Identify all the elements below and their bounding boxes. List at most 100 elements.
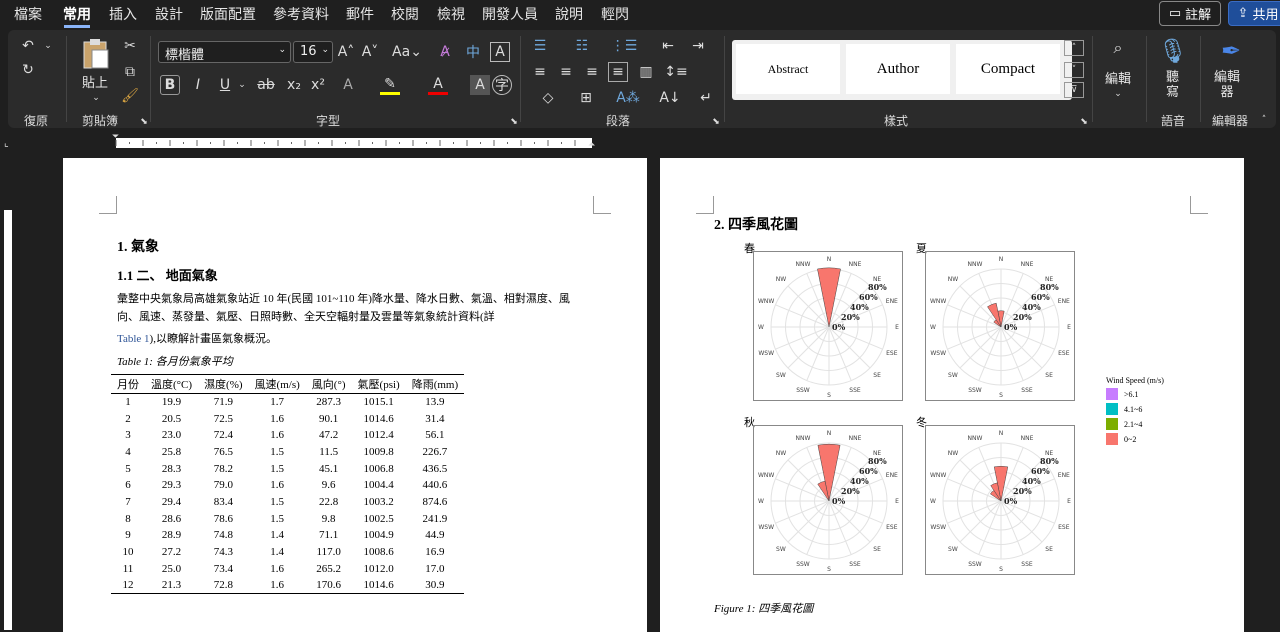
rose-direction-label: WSW <box>758 350 774 357</box>
bold-icon[interactable]: B <box>160 75 180 95</box>
heading-surface-weather[interactable]: 1.1 二、 地面氣象 <box>117 265 218 284</box>
menu-insert[interactable]: 插入 <box>109 4 137 24</box>
show-marks-icon[interactable]: ↵ <box>696 88 716 108</box>
comment-button[interactable]: ▭ 註解 <box>1159 1 1221 26</box>
strikethrough-icon[interactable]: ab <box>256 75 276 95</box>
font-launcher-icon[interactable]: ⬊ <box>504 112 524 132</box>
subscript-icon[interactable]: x₂ <box>284 75 304 95</box>
rose-ring-label: 60% <box>859 292 878 302</box>
decrease-indent-icon[interactable]: ⇤ <box>658 36 678 56</box>
clear-formatting-icon[interactable]: A̷ <box>435 42 455 62</box>
wind-speed-legend: Wind Speed (m/s) >6.1 4.1~6 2.1~4 0~2 <box>1106 376 1164 445</box>
body-paragraph[interactable]: 彙整中央氣象局高雄氣象站近 10 年(民國 101~110 年)降水量、降水日數… <box>117 290 607 348</box>
horizontal-ruler[interactable]: ⌞ ⏷ ⏶ <box>0 130 1280 156</box>
menu-flash[interactable]: 輕閃 <box>601 4 629 24</box>
align-left-icon[interactable]: ≡ <box>530 62 550 82</box>
font-size-combo[interactable]: 16 ⌄ <box>293 41 333 63</box>
sort-icon[interactable]: A↓ <box>659 88 680 108</box>
vertical-scrollbar[interactable] <box>1268 156 1280 632</box>
table-cell: 3 <box>125 429 131 442</box>
dictate-label[interactable]: 聽寫 <box>1166 70 1180 100</box>
grow-font-icon[interactable]: A˄ <box>336 42 356 62</box>
highlight-icon[interactable]: ✎ <box>380 75 400 95</box>
collapse-ribbon-icon[interactable]: ˄ <box>1254 110 1274 130</box>
paragraph-launcher-icon[interactable]: ⬊ <box>706 112 726 132</box>
redo-icon[interactable]: ↻ <box>18 60 38 80</box>
tab-selector-icon[interactable]: ⌞ <box>4 138 9 149</box>
format-painter-icon[interactable]: 🖌 <box>120 86 140 106</box>
phonetic-guide-icon[interactable]: 中 <box>463 42 483 62</box>
line-spacing-icon[interactable]: ↕≡ <box>664 62 687 82</box>
indent-marker-icon[interactable]: ⏷ <box>112 132 119 142</box>
right-indent-marker-icon[interactable]: ⏶ <box>588 140 595 150</box>
increase-indent-icon[interactable]: ⇥ <box>688 36 708 56</box>
menu-file[interactable]: 檔案 <box>14 4 42 24</box>
change-case-icon[interactable]: Aa⌄ <box>392 42 422 62</box>
table-cell: 11 <box>122 562 134 575</box>
font-name-combo[interactable]: 標楷體 ⌄ <box>158 41 291 63</box>
menu-help[interactable]: 說明 <box>555 4 583 24</box>
style-abstract[interactable]: Abstract <box>736 44 840 94</box>
underline-dropdown-icon[interactable]: ⌄ <box>232 75 252 95</box>
microphone-icon[interactable]: 🎙 <box>1158 36 1188 66</box>
shading-icon[interactable]: ◇ <box>538 88 558 108</box>
clipboard-launcher-icon[interactable]: ⬊ <box>134 112 154 132</box>
superscript-icon[interactable]: x² <box>308 75 328 95</box>
heading-weather[interactable]: 1. 氣象 <box>117 236 159 256</box>
align-center-icon[interactable]: ≡ <box>556 62 576 82</box>
paste-dropdown-icon[interactable]: ⌄ <box>86 88 106 108</box>
character-shading-icon[interactable]: A <box>470 75 490 95</box>
styles-more-icon[interactable]: ⊽ <box>1064 82 1084 98</box>
editor-icon[interactable]: ✒ <box>1216 36 1246 66</box>
menu-review[interactable]: 校閱 <box>391 4 419 24</box>
menu-developer[interactable]: 開發人員 <box>482 4 538 24</box>
numbering-icon[interactable]: ☷ <box>572 36 592 56</box>
bullets-icon[interactable]: ☰ <box>530 36 550 56</box>
undo-dropdown-icon[interactable]: ⌄ <box>38 36 58 56</box>
menu-layout[interactable]: 版面配置 <box>200 4 256 24</box>
table-reference-link[interactable]: Table 1 <box>117 333 150 345</box>
rose-direction-label: ESE <box>1058 524 1070 531</box>
copy-icon[interactable]: ⧉ <box>120 62 140 82</box>
menu-home[interactable]: 常用 <box>63 4 91 24</box>
styles-launcher-icon[interactable]: ⬊ <box>1074 112 1094 132</box>
borders-icon[interactable]: ⊞ <box>576 88 596 108</box>
share-button[interactable]: ⇪ 共用 <box>1228 1 1280 26</box>
text-effects-icon[interactable]: A <box>338 75 358 95</box>
menu-references[interactable]: 參考資料 <box>273 4 329 24</box>
styles-scroll-up-icon[interactable]: ˄ <box>1064 40 1084 56</box>
vertical-ruler[interactable] <box>0 156 16 632</box>
multilevel-list-icon[interactable]: ⋮☰ <box>611 36 638 56</box>
asian-layout-icon[interactable]: A⁂ <box>616 88 640 108</box>
table-cell: 265.2 <box>316 562 342 575</box>
table-cell: 22.8 <box>319 495 339 508</box>
paste-icon[interactable] <box>80 38 110 70</box>
menu-design[interactable]: 設計 <box>155 4 183 24</box>
table-cell: 287.3 <box>316 396 342 409</box>
undo-icon[interactable]: ↶ <box>18 36 38 56</box>
search-icon[interactable]: ⌕ <box>1108 38 1128 58</box>
edit-dropdown-icon[interactable]: ⌄ <box>1108 84 1128 104</box>
style-author[interactable]: Author <box>846 44 950 94</box>
margin-corner <box>593 196 611 214</box>
justify-icon[interactable]: ≡ <box>608 62 628 82</box>
italic-icon[interactable]: I <box>188 75 208 95</box>
styles-scroll-down-icon[interactable]: ˅ <box>1064 62 1084 78</box>
align-right-icon[interactable]: ≡ <box>582 62 602 82</box>
shrink-font-icon[interactable]: A˅ <box>360 42 380 62</box>
document-page-2[interactable]: 2. 四季風花圖 春 夏 秋 冬 N NNE NE ENE E ESE SE SSE S SSW S… <box>660 158 1244 632</box>
character-border-icon[interactable]: A <box>490 42 510 62</box>
menu-mailings[interactable]: 郵件 <box>346 4 374 24</box>
enclose-characters-icon[interactable]: 字 <box>492 75 512 95</box>
table-cell: 29.3 <box>161 479 182 492</box>
menu-view[interactable]: 檢視 <box>437 4 465 24</box>
heading-wind-rose[interactable]: 2. 四季風花圖 <box>714 214 798 234</box>
divider <box>66 36 67 122</box>
font-color-icon[interactable]: A <box>428 75 448 95</box>
style-compact[interactable]: Compact <box>956 44 1060 94</box>
document-page-1[interactable]: 1. 氣象 1.1 二、 地面氣象 彙整中央氣象局高雄氣象站近 10 年(民國 … <box>63 158 647 632</box>
font-group-label: 字型 <box>315 114 340 128</box>
cut-icon[interactable]: ✂ <box>120 36 140 56</box>
distributed-icon[interactable]: ▥ <box>636 62 656 82</box>
editor-label[interactable]: 編輯器 <box>1212 70 1242 100</box>
